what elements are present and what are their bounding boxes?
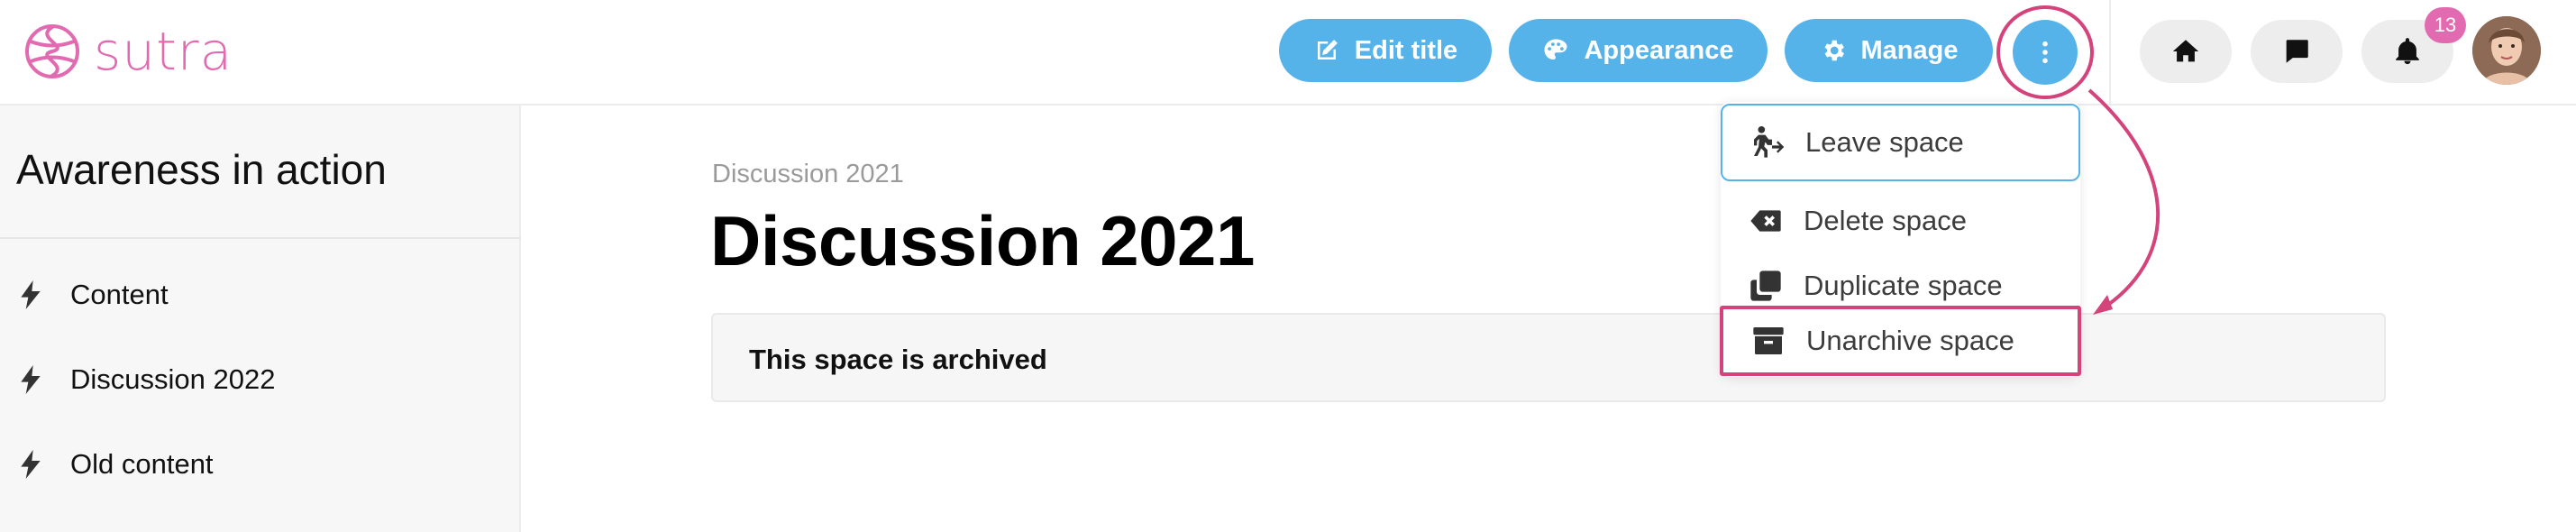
sidebar: Awareness in action Content Discussion 2… — [0, 105, 521, 532]
menu-item-label: Unarchive space — [1806, 325, 2014, 356]
sidebar-item-content[interactable]: Content — [20, 279, 169, 311]
home-button[interactable] — [2140, 20, 2232, 83]
sutra-logo-icon — [25, 24, 79, 78]
sidebar-divider — [0, 237, 521, 239]
space-options-menu: Leave space Delete space Duplicate space… — [1720, 102, 2081, 377]
manage-button[interactable]: Manage — [1785, 19, 1993, 82]
sidebar-item-label: Content — [70, 279, 169, 310]
messages-button[interactable] — [2251, 20, 2343, 83]
sidebar-item-discussion-2022[interactable]: Discussion 2022 — [20, 363, 275, 396]
menu-item-delete-space[interactable]: Delete space — [1721, 188, 2080, 253]
more-options-button[interactable] — [2013, 20, 2078, 85]
sidebar-item-label: Old content — [70, 448, 214, 480]
palette-icon — [1544, 39, 1567, 60]
edit-icon — [1317, 40, 1338, 60]
bolt-icon — [21, 450, 41, 479]
person-exit-icon — [1754, 126, 1785, 158]
backspace-icon — [1750, 210, 1781, 232]
chat-icon — [2286, 40, 2308, 63]
bolt-icon — [21, 280, 41, 309]
menu-item-label: Leave space — [1805, 126, 1964, 158]
appearance-button[interactable]: Appearance — [1509, 19, 1768, 82]
copy-icon — [1750, 271, 1781, 301]
avatar-image — [2472, 16, 2541, 85]
archive-icon — [1753, 327, 1784, 354]
appearance-label: Appearance — [1584, 35, 1734, 65]
breadcrumb[interactable]: Discussion 2021 — [712, 160, 904, 189]
archived-notice-text: This space is archived — [749, 344, 1047, 375]
manage-label: Manage — [1860, 35, 1959, 65]
bell-icon — [2396, 38, 2419, 65]
menu-item-unarchive-space[interactable]: Unarchive space — [1720, 306, 2081, 376]
bolt-icon — [21, 365, 41, 394]
archived-notice: This space is archived — [711, 313, 2386, 402]
sidebar-item-old-content[interactable]: Old content — [20, 448, 214, 481]
sidebar-item-label: Discussion 2022 — [70, 363, 276, 395]
notification-badge: 13 — [2425, 7, 2466, 43]
menu-item-leave-space[interactable]: Leave space — [1721, 104, 2080, 181]
edit-title-label: Edit title — [1354, 35, 1458, 65]
brand-name: sutra — [94, 21, 233, 82]
brand-logo[interactable]: sutra — [23, 20, 233, 83]
top-header: sutra Edit title Appearance Manage 13 — [0, 0, 2576, 105]
edit-title-button[interactable]: Edit title — [1279, 19, 1492, 82]
menu-item-label: Duplicate space — [1804, 270, 2003, 301]
gear-icon — [1824, 40, 1844, 61]
menu-item-label: Delete space — [1804, 205, 1967, 236]
page-title: Discussion 2021 — [710, 201, 1255, 280]
space-title: Awareness in action — [16, 146, 387, 193]
vertical-dots-icon — [2042, 41, 2048, 64]
user-avatar[interactable] — [2472, 16, 2541, 85]
home-icon — [2172, 40, 2199, 62]
header-divider — [2109, 0, 2111, 105]
